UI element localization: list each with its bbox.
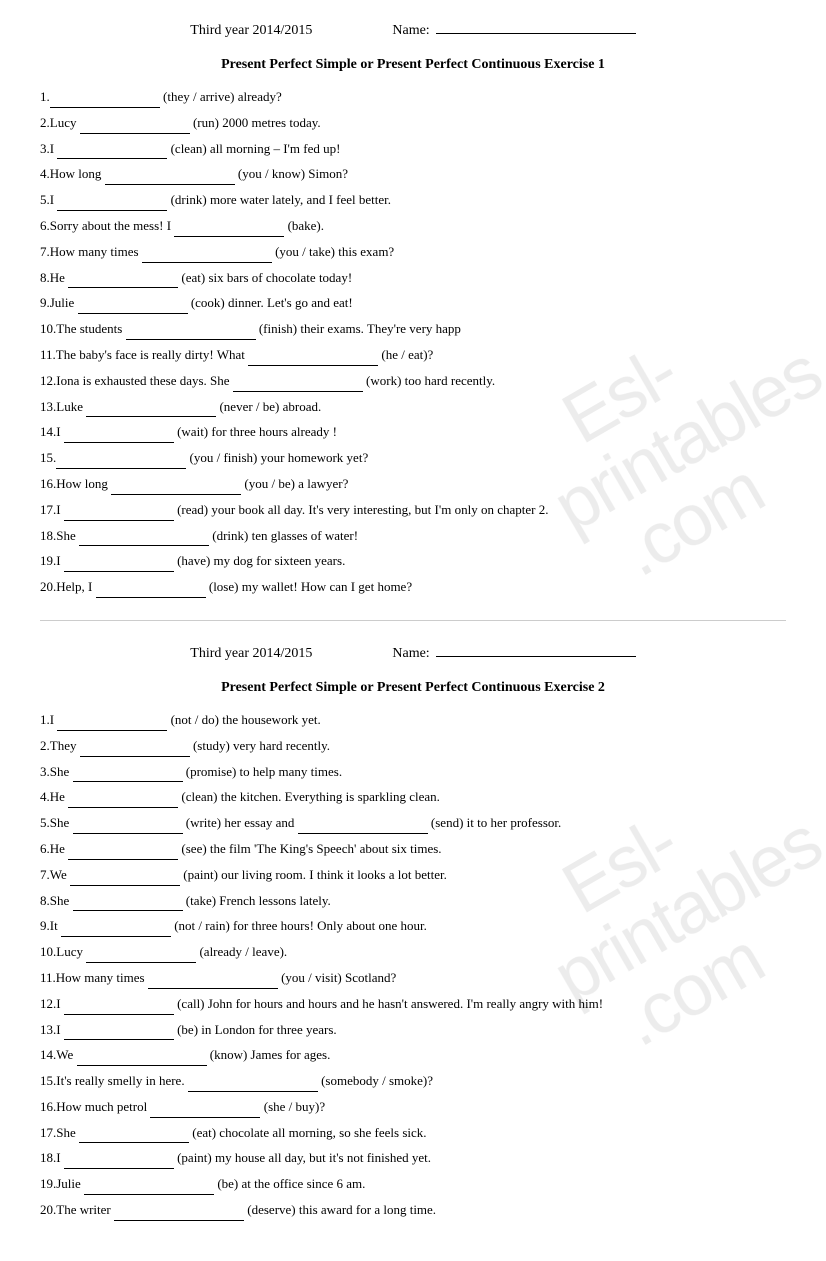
line-12: 12.Iona is exhausted these days. She (wo… [40,371,786,392]
blank-13-1 [86,404,216,417]
ex2-blank-11-1 [148,976,278,989]
blank-17-1 [64,508,174,521]
ex2-blank-5-2 [298,821,428,834]
ex2-blank-10-1 [86,950,196,963]
header1: Third year 2014/2015 Name: [40,20,786,39]
ex2-blank-2-1 [80,744,190,757]
ex2-blank-20-1 [114,1208,244,1221]
section-divider [40,620,786,621]
blank-1-1 [50,95,160,108]
ex2-line-7: 7.We (paint) our living room. I think it… [40,865,786,886]
line-20: 20.Help, I (lose) my wallet! How can I g… [40,577,786,598]
ex2-blank-17-1 [79,1130,189,1143]
line-2: 2.Lucy (run) 2000 metres today. [40,113,786,134]
ex2-blank-3-1 [73,769,183,782]
exercise2-title: Present Perfect Simple or Present Perfec… [40,680,786,696]
ex2-line-2: 2.They (study) very hard recently. [40,736,786,757]
line-8: 8.He (eat) six bars of chocolate today! [40,268,786,289]
line-4: 4.How long (you / know) Simon? [40,164,786,185]
line-14: 14.I (wait) for three hours already ! [40,422,786,443]
line-13: 13.Luke (never / be) abroad. [40,397,786,418]
ex2-line-20: 20.The writer (deserve) this award for a… [40,1200,786,1221]
line-10: 10.The students (finish) their exams. Th… [40,319,786,340]
ex2-line-17: 17.She (eat) chocolate all morning, so s… [40,1123,786,1144]
ex2-blank-12-1 [64,1002,174,1015]
ex2-line-19: 19.Julie (be) at the office since 6 am. [40,1174,786,1195]
ex2-blank-8-1 [73,898,183,911]
line-7: 7.How many times (you / take) this exam? [40,242,786,263]
line-5: 5.I (drink) more water lately, and I fee… [40,190,786,211]
ex2-line-4: 4.He (clean) the kitchen. Everything is … [40,787,786,808]
blank-8-1 [68,275,178,288]
ex2-line-3: 3.She (promise) to help many times. [40,762,786,783]
blank-11-1 [248,353,378,366]
header1-name: Name: [392,20,635,39]
header2-name: Name: [392,643,635,662]
blank-5-1 [57,198,167,211]
ex2-blank-16-1 [150,1105,260,1118]
blank-15-1 [56,456,186,469]
ex2-blank-14-1 [77,1053,207,1066]
ex2-blank-15-1 [188,1079,318,1092]
ex2-line-18: 18.I (paint) my house all day, but it's … [40,1148,786,1169]
ex2-line-9: 9.It (not / rain) for three hours! Only … [40,916,786,937]
ex2-blank-1-1 [57,718,167,731]
header1-title: Third year 2014/2015 [190,23,312,39]
ex2-line-8: 8.She (take) French lessons lately. [40,891,786,912]
blank-6-1 [174,224,284,237]
ex2-line-14: 14.We (know) James for ages. [40,1045,786,1066]
blank-10-1 [126,327,256,340]
blank-20-1 [96,585,206,598]
ex2-line-10: 10.Lucy (already / leave). [40,942,786,963]
blank-18-1 [79,533,209,546]
blank-3-1 [57,146,167,159]
blank-19-1 [64,559,174,572]
ex2-blank-19-1 [84,1182,214,1195]
exercise1-section: 1. (they / arrive) already? 2.Lucy (run)… [40,87,786,598]
header2-title: Third year 2014/2015 [190,646,312,662]
line-9: 9.Julie (cook) dinner. Let's go and eat! [40,293,786,314]
ex2-blank-4-1 [68,795,178,808]
ex2-line-11: 11.How many times (you / visit) Scotland… [40,968,786,989]
blank-4-1 [105,172,235,185]
line-3: 3.I (clean) all morning – I'm fed up! [40,139,786,160]
line-17: 17.I (read) your book all day. It's very… [40,500,786,521]
ex2-line-5: 5.She (write) her essay and (send) it to… [40,813,786,834]
ex2-blank-18-1 [64,1156,174,1169]
blank-7-1 [142,250,272,263]
header2-name-label: Name: [392,646,429,662]
ex2-line-16: 16.How much petrol (she / buy)? [40,1097,786,1118]
page: Third year 2014/2015 Name: Present Perfe… [40,20,786,1221]
ex2-blank-9-1 [61,924,171,937]
line-11: 11.The baby's face is really dirty! What… [40,345,786,366]
line-18: 18.She (drink) ten glasses of water! [40,526,786,547]
ex2-blank-13-1 [64,1027,174,1040]
ex2-line-13: 13.I (be) in London for three years. [40,1020,786,1041]
line-1: 1. (they / arrive) already? [40,87,786,108]
header1-name-label: Name: [392,23,429,39]
ex2-line-6: 6.He (see) the film 'The King's Speech' … [40,839,786,860]
line-16: 16.How long (you / be) a lawyer? [40,474,786,495]
ex2-line-15: 15.It's really smelly in here. (somebody… [40,1071,786,1092]
blank-14-1 [64,430,174,443]
header1-name-line [436,20,636,34]
line-19: 19.I (have) my dog for sixteen years. [40,551,786,572]
blank-2-1 [80,121,190,134]
ex2-blank-7-1 [70,873,180,886]
ex2-line-1: 1.I (not / do) the housework yet. [40,710,786,731]
ex2-line-12: 12.I (call) John for hours and hours and… [40,994,786,1015]
blank-12-1 [233,379,363,392]
line-15: 15. (you / finish) your homework yet? [40,448,786,469]
exercise1-title: Present Perfect Simple or Present Perfec… [40,57,786,73]
blank-9-1 [78,301,188,314]
line-6: 6.Sorry about the mess! I (bake). [40,216,786,237]
header2-name-line [436,643,636,657]
header2: Third year 2014/2015 Name: [40,643,786,662]
exercise2-section: 1.I (not / do) the housework yet. 2.They… [40,710,786,1221]
ex2-blank-6-1 [68,847,178,860]
blank-16-1 [111,482,241,495]
ex2-blank-5-1 [73,821,183,834]
